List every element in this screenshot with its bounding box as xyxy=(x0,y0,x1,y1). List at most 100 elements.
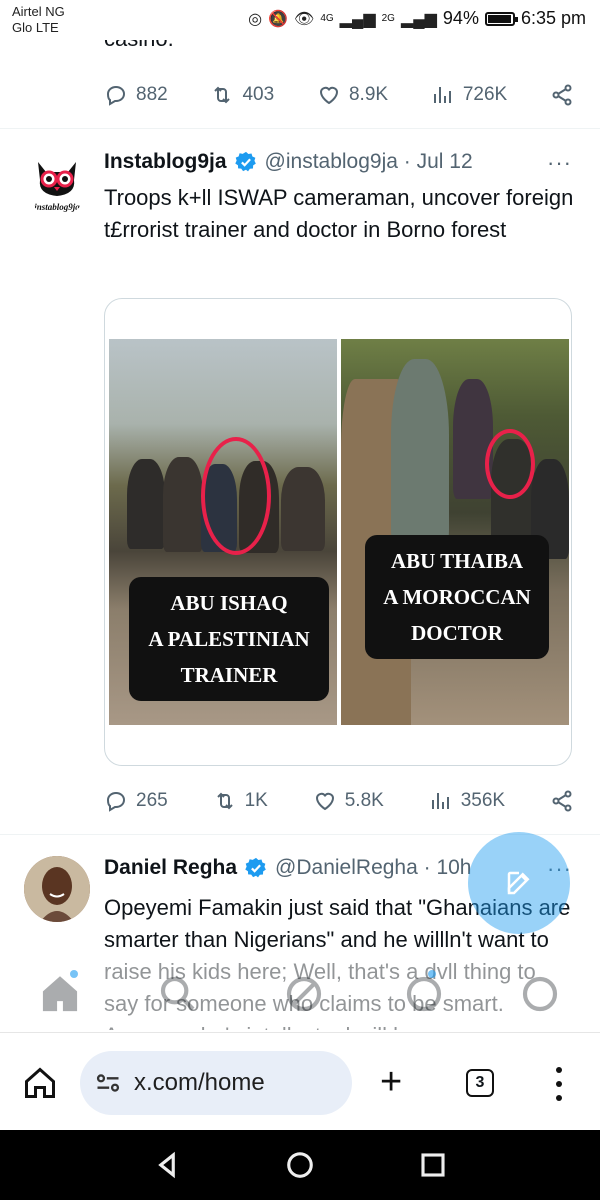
tweet-actions: 265 1K 5.8K 356K xyxy=(104,786,574,816)
battery-percent: 94% xyxy=(442,8,479,28)
divider xyxy=(0,128,600,129)
grok-icon xyxy=(286,976,322,1012)
network-2g-label: 2G xyxy=(381,12,395,24)
like-count: 8.9K xyxy=(348,84,389,105)
signal-icon-2: ▂▄▆ xyxy=(400,10,437,28)
address-bar[interactable]: x.com/home xyxy=(80,1051,352,1115)
caption-left-line2: A PALESTINIAN xyxy=(148,627,310,651)
share-button[interactable] xyxy=(550,83,574,107)
author-name[interactable]: Daniel Regha xyxy=(104,856,237,880)
carrier-2: Glo LTE xyxy=(12,20,59,35)
tweet-header: Daniel Regha @DanielRegha · 10h xyxy=(104,856,471,880)
app-tab-bar xyxy=(0,952,600,1032)
highlight-circle-right xyxy=(485,429,535,499)
recents-icon[interactable] xyxy=(418,1150,448,1180)
views-count: 726K xyxy=(462,84,508,105)
previous-tweet-text: casino. xyxy=(104,40,174,52)
repost-count: 1K xyxy=(244,790,268,811)
views-icon xyxy=(433,87,451,103)
system-navigation-bar xyxy=(0,1130,600,1200)
messages-icon xyxy=(522,976,558,1012)
reply-icon xyxy=(106,85,126,106)
share-button[interactable] xyxy=(550,789,574,813)
avatar-label: instablog9ja xyxy=(34,202,80,212)
tab-switcher-button[interactable]: 3 xyxy=(466,1069,494,1097)
network-4g-label: 4G xyxy=(320,12,334,24)
browser-toolbar: x.com/home + 3 xyxy=(0,1032,600,1130)
highlight-circle-left xyxy=(201,437,271,555)
notification-dot xyxy=(70,970,78,978)
heart-icon xyxy=(319,86,338,105)
like-button[interactable]: 8.9K xyxy=(317,83,388,107)
caption-left-line1: ABU ISHAQ xyxy=(170,591,288,615)
home-icon xyxy=(42,976,78,1012)
avatar-instablog9ja[interactable]: instablog9ja xyxy=(24,150,90,216)
reply-icon xyxy=(106,791,126,812)
media-collage: ABU ISHAQ A PALESTINIAN TRAINER ABU THAI… xyxy=(109,339,569,725)
caption-left-line3: TRAINER xyxy=(180,663,278,687)
reply-count: 882 xyxy=(136,84,168,105)
back-icon[interactable] xyxy=(152,1150,182,1180)
tweet-instablog9ja[interactable]: instablog9ja Instablog9ja @instablog9ja … xyxy=(0,130,600,830)
signal-icon: ▂▄▆ xyxy=(339,10,376,28)
repost-count: 403 xyxy=(242,84,275,105)
reply-count: 265 xyxy=(136,790,168,811)
views-button[interactable]: 726K xyxy=(431,83,507,107)
notification-dot xyxy=(428,970,436,978)
views-icon xyxy=(431,793,449,809)
tab-search[interactable] xyxy=(158,974,198,1014)
tweet-header: Instablog9ja @instablog9ja · Jul 12 xyxy=(104,150,473,174)
photo-left: ABU ISHAQ A PALESTINIAN TRAINER xyxy=(109,339,337,725)
carrier-1: Airtel NG xyxy=(12,4,65,19)
share-icon xyxy=(552,790,572,812)
person-avatar-icon xyxy=(24,856,90,922)
battery-fill xyxy=(487,14,511,23)
views-count: 356K xyxy=(460,790,506,811)
clock: 6:35 pm xyxy=(520,8,586,28)
browser-home-icon[interactable] xyxy=(22,1065,58,1101)
tab-communities[interactable] xyxy=(404,974,444,1014)
new-tab-button[interactable]: + xyxy=(380,1063,402,1101)
repost-button[interactable]: 1K xyxy=(213,789,268,813)
eye-icon: 👁 xyxy=(294,10,315,28)
more-options-button[interactable]: ··· xyxy=(547,150,572,176)
search-icon xyxy=(160,976,195,1011)
author-handle-date[interactable]: @instablog9ja · Jul 12 xyxy=(265,150,473,174)
author-name[interactable]: Instablog9ja xyxy=(104,150,227,174)
site-settings-icon[interactable] xyxy=(94,1069,122,1097)
heart-icon xyxy=(315,792,334,811)
tab-home[interactable] xyxy=(40,974,80,1014)
reply-button[interactable]: 265 xyxy=(104,789,168,813)
tab-grok[interactable] xyxy=(284,974,324,1014)
caption-right: ABU THAIBA A MOROCCAN DOCTOR xyxy=(365,535,549,659)
share-icon xyxy=(552,84,572,106)
caption-right-line3: DOCTOR xyxy=(411,621,503,645)
tweet-media-image[interactable]: ABU ISHAQ A PALESTINIAN TRAINER ABU THAI… xyxy=(104,298,572,766)
reply-button[interactable]: 882 xyxy=(104,83,168,107)
avatar-daniel-regha[interactable] xyxy=(24,856,90,922)
caption-right-line1: ABU THAIBA xyxy=(390,549,524,573)
home-circle-icon[interactable] xyxy=(285,1150,315,1180)
verified-badge-icon xyxy=(245,857,266,878)
repost-icon xyxy=(214,86,231,104)
like-button[interactable]: 5.8K xyxy=(313,789,384,813)
caption-right-line2: A MOROCCAN xyxy=(383,585,531,609)
status-icons: ◎ 🔕 👁 4G ▂▄▆ 2G ▂▄▆ 94% 6:35 pm xyxy=(248,8,586,29)
url-text[interactable]: x.com/home xyxy=(134,1069,265,1097)
tweet-text[interactable]: Troops k+ll ISWAP cameraman, uncover for… xyxy=(104,182,574,246)
repost-icon xyxy=(216,792,233,810)
status-bar: Airtel NG Glo LTE ◎ 🔕 👁 4G ▂▄▆ 2G ▂▄▆ 94… xyxy=(0,0,600,40)
hotspot-icon: ◎ xyxy=(248,10,263,28)
tab-messages[interactable] xyxy=(520,974,560,1014)
like-count: 5.8K xyxy=(344,790,384,811)
repost-button[interactable]: 403 xyxy=(210,83,274,107)
previous-tweet-actions: 882 403 8.9K 726K xyxy=(104,80,574,110)
battery-icon xyxy=(484,11,518,26)
browser-menu-button[interactable] xyxy=(554,1067,564,1101)
mute-icon: 🔕 xyxy=(268,10,289,28)
compose-button[interactable] xyxy=(468,832,570,934)
views-button[interactable]: 356K xyxy=(429,789,505,813)
carrier-info: Airtel NG Glo LTE xyxy=(12,4,65,36)
author-handle-date[interactable]: @DanielRegha · 10h xyxy=(275,856,471,880)
verified-badge-icon xyxy=(234,151,256,172)
